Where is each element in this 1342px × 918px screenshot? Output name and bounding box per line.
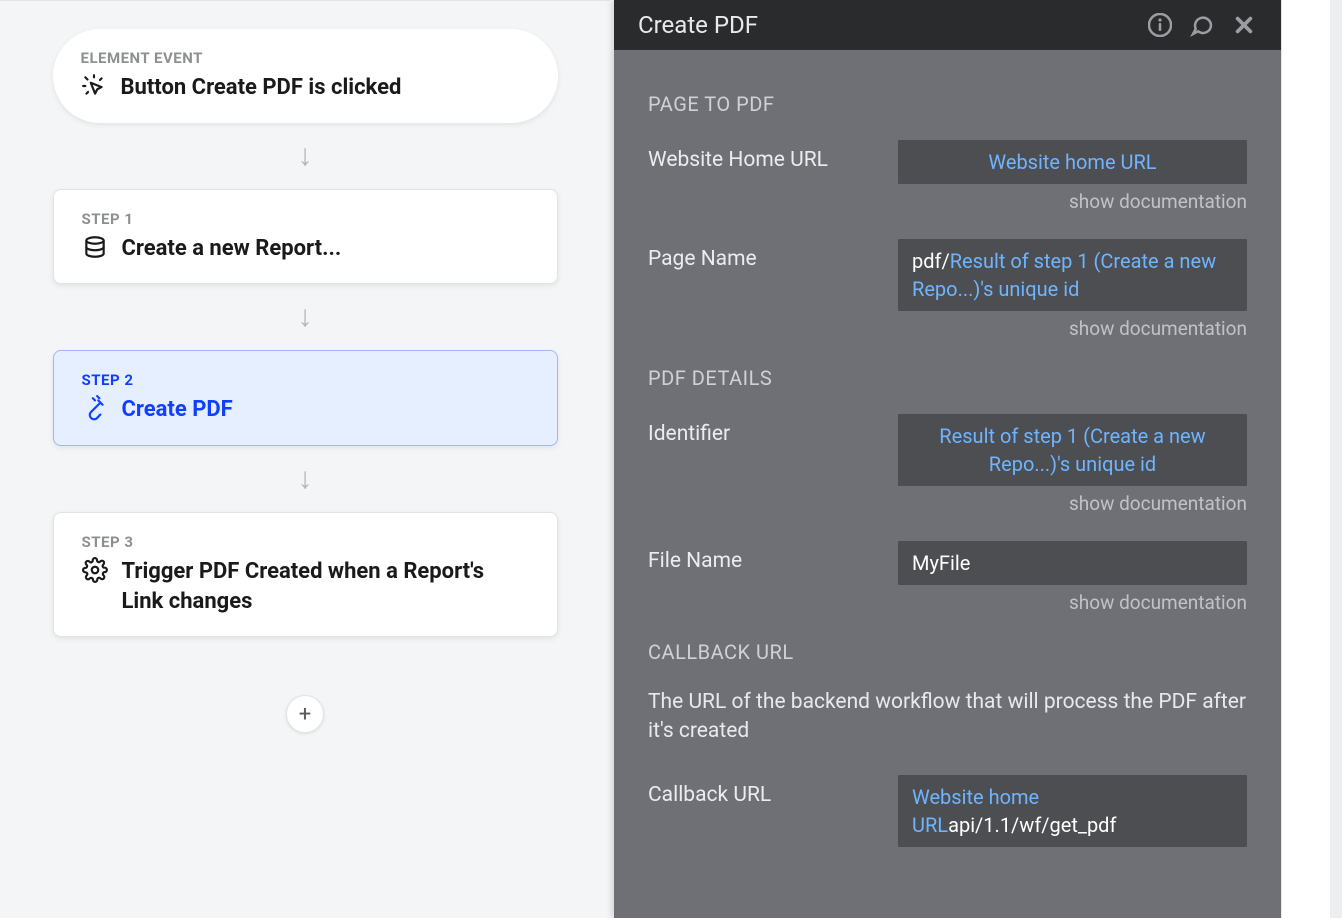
arrow-down-icon: ↓ [298,141,313,171]
info-icon[interactable] [1147,12,1173,38]
field-label: Callback URL [648,775,898,807]
page-name-input[interactable]: pdf/Result of step 1 (Create a new Repo.… [898,239,1247,311]
show-documentation-link[interactable]: show documentation [648,190,1247,213]
step-label: STEP 1 [82,210,529,228]
section-heading-pdf-details: PDF DETAILS [648,366,1247,390]
section-description: The URL of the backend workflow that wil… [648,688,1247,747]
panel-title: Create PDF [638,11,1131,39]
field-label: Page Name [648,239,898,271]
outer-scrollbar[interactable] [1330,0,1342,918]
arrow-down-icon [301,655,308,685]
step-title: Trigger PDF Created when a Report's Link… [122,557,529,616]
action-editor-panel: Create PDF PAGE TO PDF Website Home URL … [614,0,1281,918]
step-title: Create PDF [122,395,233,425]
step-label: STEP 2 [82,371,529,389]
step-title: Create a new Report... [122,234,342,264]
event-label: ELEMENT EVENT [81,49,530,67]
comment-icon[interactable] [1189,12,1215,38]
section-heading-page-to-pdf: PAGE TO PDF [648,92,1247,116]
step-card-2-selected[interactable]: STEP 2 Create PDF [53,350,558,446]
panel-header: Create PDF [614,0,1281,50]
field-label: Identifier [648,414,898,446]
database-icon [82,234,108,260]
workflow-canvas: ELEMENT EVENT Button Create PDF is click… [0,0,610,918]
step-card-3[interactable]: STEP 3 Trigger PDF Created when a Report… [53,512,558,637]
panel-body: PAGE TO PDF Website Home URL Website hom… [614,50,1281,918]
row-callback-url: Callback URL Website home URLapi/1.1/wf/… [648,775,1247,847]
event-card[interactable]: ELEMENT EVENT Button Create PDF is click… [53,29,558,123]
row-file-name: File Name MyFile [648,541,1247,585]
step-label: STEP 3 [82,533,529,551]
row-identifier: Identifier Result of step 1 (Create a ne… [648,414,1247,486]
step-card-1[interactable]: STEP 1 Create a new Report... [53,189,558,285]
callback-url-input[interactable]: Website home URLapi/1.1/wf/get_pdf [898,775,1247,847]
row-website-home-url: Website Home URL Website home URL [648,140,1247,184]
website-home-url-input[interactable]: Website home URL [898,140,1247,184]
event-title: Button Create PDF is clicked [121,73,402,103]
section-heading-callback-url: CALLBACK URL [648,640,1247,664]
add-step-button[interactable]: + [286,695,324,733]
row-page-name: Page Name pdf/Result of step 1 (Create a… [648,239,1247,311]
cursor-click-icon [81,73,107,99]
file-name-input[interactable]: MyFile [898,541,1247,585]
close-icon[interactable] [1231,12,1257,38]
gear-icon [82,557,108,583]
arrow-down-icon: ↓ [298,464,313,494]
identifier-input[interactable]: Result of step 1 (Create a new Repo...)'… [898,414,1247,486]
plug-icon [82,395,108,421]
field-label: File Name [648,541,898,573]
show-documentation-link[interactable]: show documentation [648,591,1247,614]
right-strip [1281,0,1330,918]
show-documentation-link[interactable]: show documentation [648,492,1247,515]
show-documentation-link[interactable]: show documentation [648,317,1247,340]
arrow-down-icon: ↓ [298,302,313,332]
field-label: Website Home URL [648,140,898,172]
